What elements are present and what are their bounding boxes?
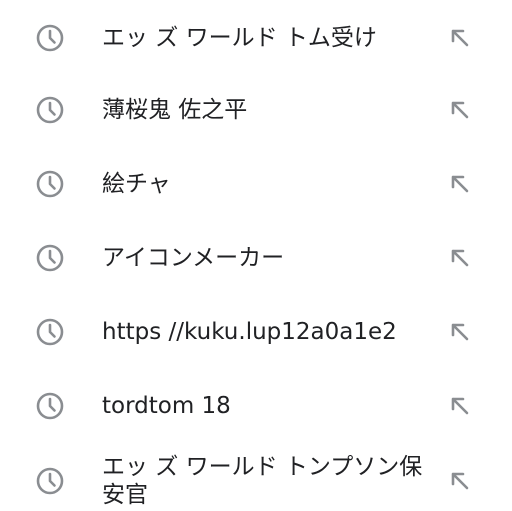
fill-query-arrow-icon[interactable]: [447, 245, 473, 271]
history-item-text: https //kuku.lup12a0a1e2: [102, 319, 397, 345]
search-history-list: エッ ズ ワールド トム受け 薄桜鬼 佐之平 絵チャ アイコンメーカー http…: [0, 0, 512, 511]
fill-query-arrow-icon[interactable]: [447, 97, 473, 123]
history-item[interactable]: tordtom 18: [0, 371, 512, 445]
history-item-text: エッ ズ ワールド トンプソン保安官: [102, 454, 423, 508]
history-item[interactable]: 絵チャ: [0, 149, 512, 223]
history-clock-icon: [35, 169, 65, 199]
history-item-text: 薄桜鬼 佐之平: [102, 97, 248, 123]
history-item[interactable]: エッ ズ ワールド トンプソン保安官: [0, 445, 512, 511]
history-clock-icon: [35, 95, 65, 125]
history-item-text: エッ ズ ワールド トム受け: [102, 25, 377, 51]
history-clock-icon: [35, 317, 65, 347]
history-clock-icon: [35, 391, 65, 421]
fill-query-arrow-icon[interactable]: [447, 171, 473, 197]
fill-query-arrow-icon[interactable]: [447, 25, 473, 51]
history-item[interactable]: エッ ズ ワールド トム受け: [0, 1, 512, 75]
history-item[interactable]: https //kuku.lup12a0a1e2: [0, 297, 512, 371]
history-item-text: 絵チャ: [102, 171, 171, 197]
fill-query-arrow-icon[interactable]: [447, 319, 473, 345]
history-clock-icon: [35, 243, 65, 273]
history-item[interactable]: 薄桜鬼 佐之平: [0, 75, 512, 149]
history-clock-icon: [35, 466, 65, 496]
fill-query-arrow-icon[interactable]: [447, 468, 473, 494]
history-item-text: アイコンメーカー: [102, 245, 285, 271]
history-clock-icon: [35, 23, 65, 53]
fill-query-arrow-icon[interactable]: [447, 393, 473, 419]
history-item-text: tordtom 18: [102, 393, 231, 419]
history-item[interactable]: アイコンメーカー: [0, 223, 512, 297]
